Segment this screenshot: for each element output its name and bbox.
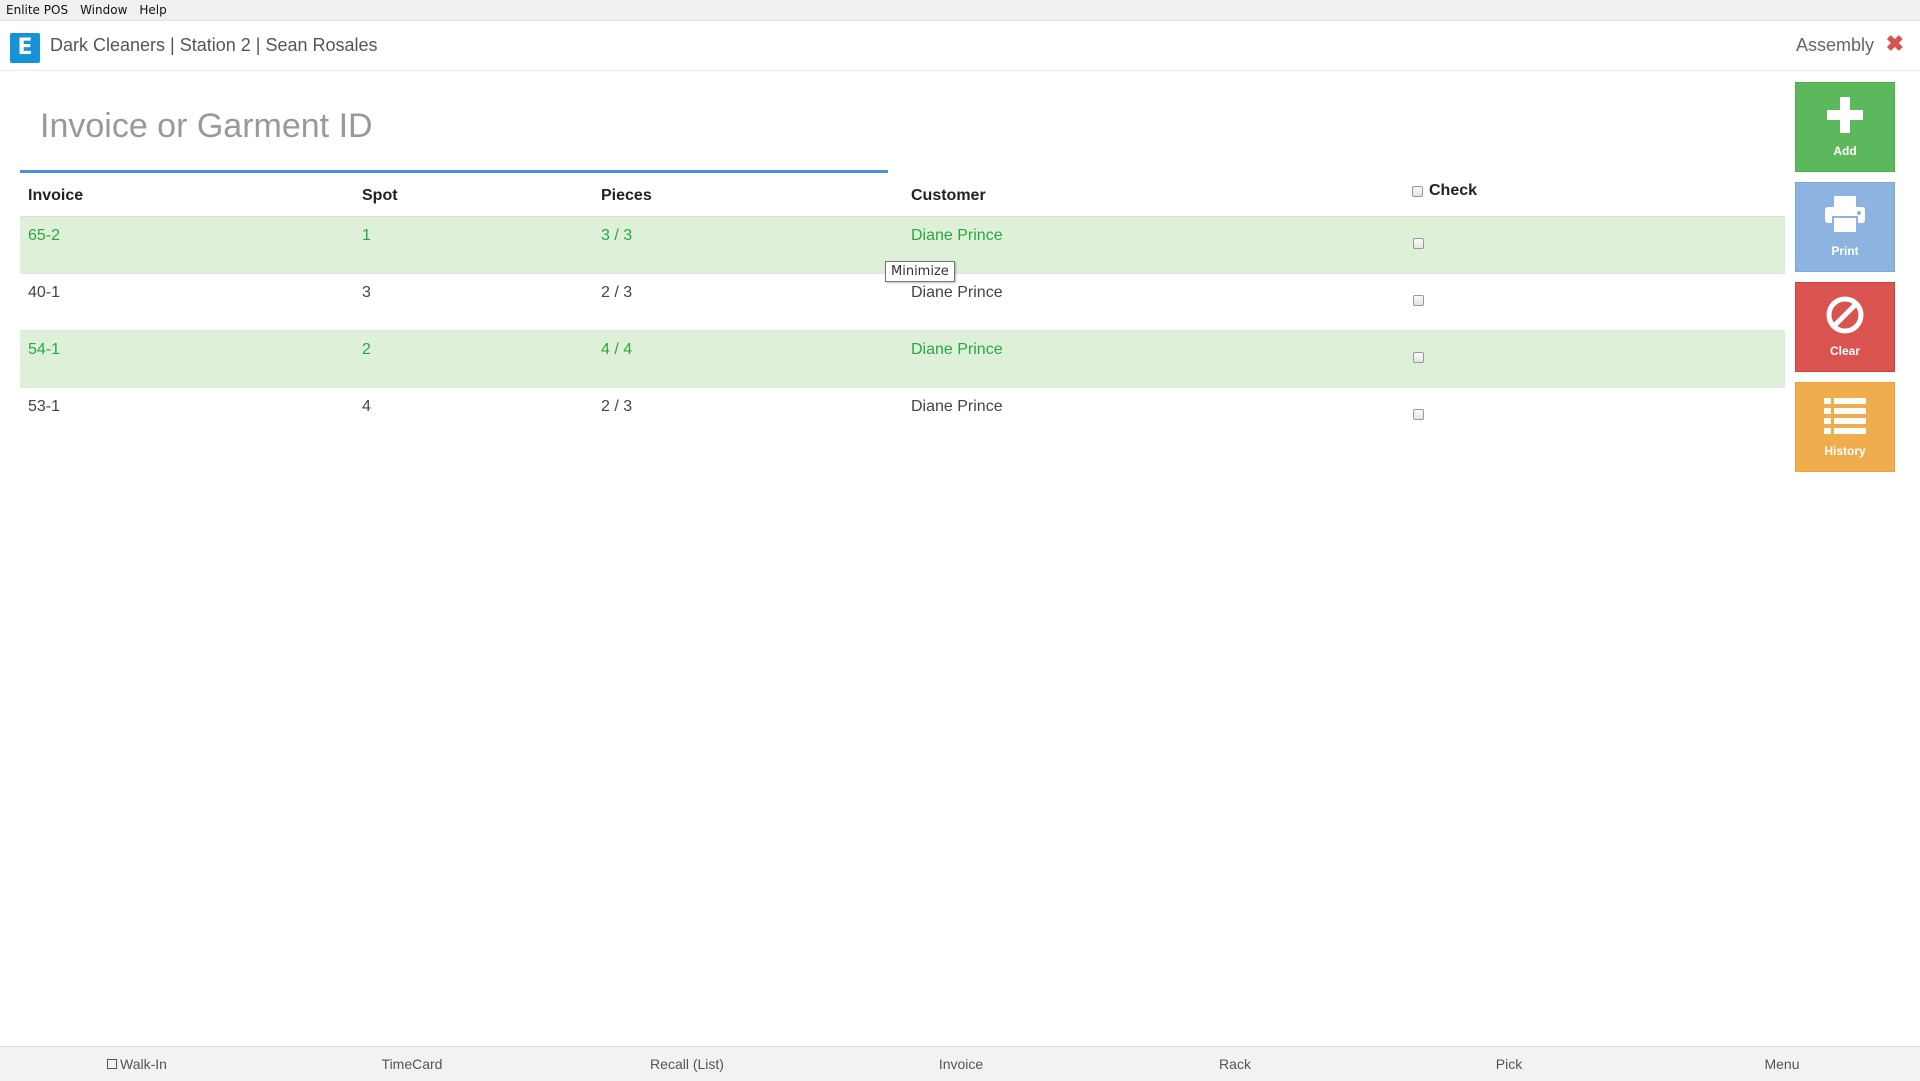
nav-rack[interactable]: Rack: [1219, 1056, 1251, 1072]
column-header-pieces[interactable]: Pieces: [601, 187, 652, 205]
customer-cell: Diane Prince: [911, 284, 1003, 301]
pieces-cell: 3 / 3: [601, 227, 633, 244]
nav-pick[interactable]: Pick: [1496, 1056, 1522, 1072]
row-checkbox[interactable]: [1413, 295, 1424, 306]
column-header-customer[interactable]: Customer: [911, 187, 986, 205]
add-button[interactable]: Add: [1795, 82, 1895, 172]
printer-icon: [1796, 195, 1894, 237]
print-button-label: Print: [1831, 244, 1859, 258]
add-button-label: Add: [1833, 144, 1857, 158]
column-header-check: Check: [1412, 182, 1477, 200]
spot-cell: 2: [362, 341, 371, 358]
ban-icon: [1796, 295, 1894, 337]
history-button-label: History: [1824, 444, 1866, 458]
invoice-cell: 54-1: [28, 341, 61, 358]
nav-invoice[interactable]: Invoice: [939, 1056, 983, 1072]
plus-icon: [1796, 95, 1894, 137]
row-checkbox[interactable]: [1413, 352, 1424, 363]
invoice-cell: 53-1: [28, 398, 61, 415]
invoice-cell: 65-2: [28, 227, 61, 244]
invoice-cell: 40-1: [28, 284, 61, 301]
pieces-cell: 2 / 3: [601, 284, 633, 301]
nav-recall-list[interactable]: Recall (List): [650, 1056, 724, 1072]
nav-walk-in-label: Walk-In: [120, 1056, 167, 1072]
app-menubar: Enlite POS Window Help: [0, 0, 1920, 21]
walk-in-checkbox-icon: [107, 1059, 118, 1070]
check-header-label: Check: [1429, 182, 1478, 199]
search-field-wrapper: [20, 90, 888, 173]
pieces-cell: 2 / 3: [601, 398, 633, 415]
clear-button-label: Clear: [1829, 344, 1861, 358]
minimize-tooltip: Minimize: [885, 261, 955, 282]
assembly-table: Invoice Spot Pieces Customer Check 65-2 …: [20, 178, 1785, 444]
app-header: E Dark Cleaners | Station 2 | Sean Rosal…: [0, 21, 1920, 71]
header-title: Dark Cleaners | Station 2 | Sean Rosales: [50, 35, 378, 55]
enlite-logo-icon: E: [10, 33, 40, 63]
bottom-nav: Walk-In TimeCard Recall (List) Invoice R…: [0, 1046, 1920, 1081]
pieces-cell: 4 / 4: [601, 341, 633, 358]
table-row[interactable]: 40-1 3 2 / 3 Diane Prince: [20, 274, 1785, 331]
nav-menu[interactable]: Menu: [1764, 1056, 1799, 1072]
row-checkbox[interactable]: [1413, 409, 1424, 420]
menu-window[interactable]: Window: [74, 0, 133, 20]
clear-button[interactable]: Clear: [1795, 282, 1895, 372]
list-icon: [1796, 395, 1894, 437]
column-header-invoice[interactable]: Invoice: [28, 187, 83, 205]
close-icon[interactable]: ✖: [1886, 31, 1904, 57]
history-button[interactable]: History: [1795, 382, 1895, 472]
customer-cell: Diane Prince: [911, 227, 1003, 244]
customer-cell: Diane Prince: [911, 398, 1003, 415]
table-header-row: Invoice Spot Pieces Customer Check: [20, 178, 1785, 217]
spot-cell: 3: [362, 284, 371, 301]
module-name: Assembly: [1795, 35, 1874, 55]
column-header-spot[interactable]: Spot: [362, 187, 398, 205]
menu-enlite-pos[interactable]: Enlite POS: [0, 0, 74, 20]
invoice-garment-search-input[interactable]: [20, 90, 888, 162]
spot-cell: 4: [362, 398, 371, 415]
customer-cell: Diane Prince: [911, 341, 1003, 358]
spot-cell: 1: [362, 227, 371, 244]
print-button[interactable]: Print: [1795, 182, 1895, 272]
table-row[interactable]: 53-1 4 2 / 3 Diane Prince: [20, 388, 1785, 444]
nav-walk-in[interactable]: Walk-In: [107, 1056, 167, 1072]
nav-timecard[interactable]: TimeCard: [382, 1056, 443, 1072]
table-row[interactable]: 54-1 2 4 / 4 Diane Prince: [20, 331, 1785, 388]
select-all-checkbox[interactable]: [1412, 185, 1423, 197]
menu-help[interactable]: Help: [133, 0, 172, 20]
row-checkbox[interactable]: [1413, 238, 1424, 249]
